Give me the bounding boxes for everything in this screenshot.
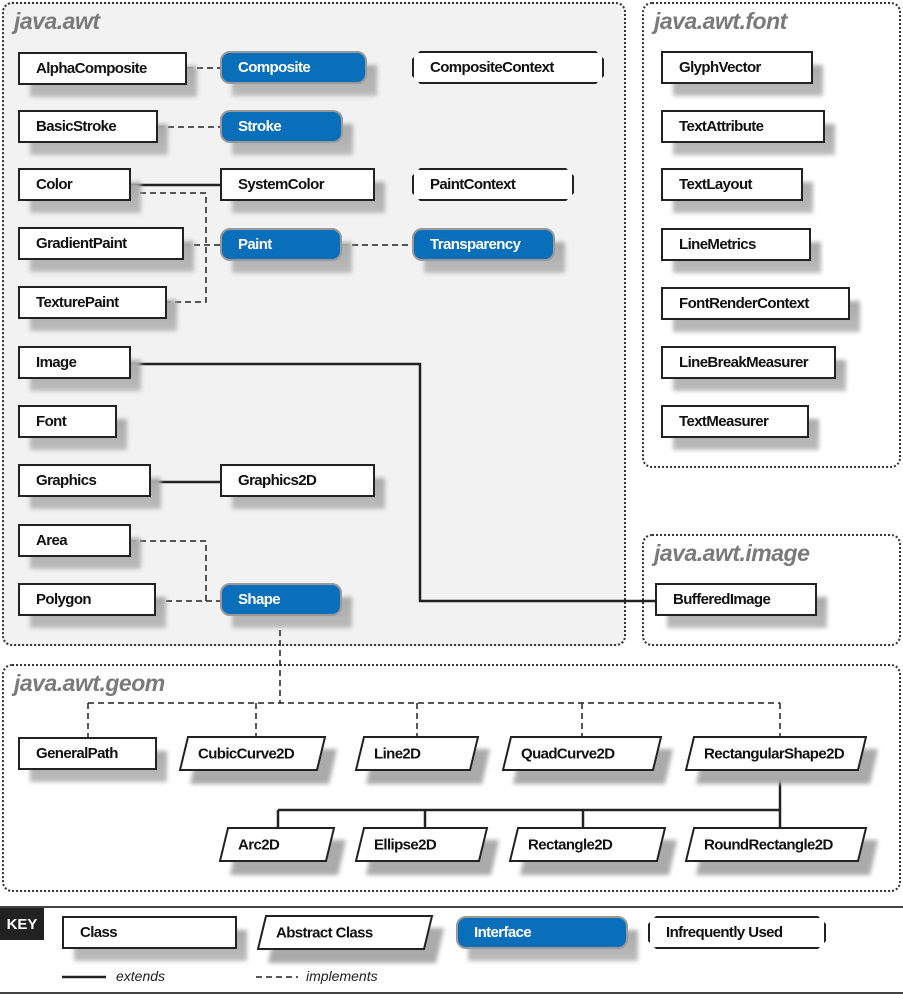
class-linebreakmeasurer[interactable]: LineBreakMeasurer (661, 346, 846, 391)
interface-composite[interactable]: Composite (220, 51, 377, 96)
class-textattribute[interactable]: TextAttribute (661, 110, 835, 155)
class-alphacomposite[interactable]: AlphaComposite (18, 52, 197, 97)
infrequent-paintcontext[interactable]: PaintContext (412, 168, 574, 201)
class-polygon[interactable]: Polygon (18, 583, 166, 628)
class-image[interactable]: Image (18, 346, 141, 391)
interface-stroke[interactable]: Stroke (220, 110, 353, 155)
class-color[interactable]: Color (18, 168, 141, 213)
extends-label: extends (116, 968, 166, 984)
package-title: java.awt.image (654, 540, 810, 566)
implements-label: implements (306, 968, 378, 984)
class-graphics2d[interactable]: Graphics2D (220, 464, 385, 509)
class-glyphvector[interactable]: GlyphVector (661, 51, 823, 96)
class-texturepaint[interactable]: TexturePaint (18, 286, 177, 331)
class-textlayout[interactable]: TextLayout (661, 168, 813, 213)
class-fontrendercontext[interactable]: FontRenderContext (661, 287, 860, 332)
legend: KEY Class Interface Infrequently Used Ab… (0, 906, 903, 994)
class-bufferedimage[interactable]: BufferedImage (655, 583, 827, 628)
class-area[interactable]: Area (18, 524, 141, 569)
package-title: java.awt.font (654, 8, 787, 34)
interface-transparency[interactable]: Transparency (412, 228, 565, 273)
package-title: java.awt.geom (14, 670, 165, 696)
legend-abstract-class[interactable]: Abstract Class (256, 915, 444, 963)
infrequent-compositecontext[interactable]: CompositeContext (412, 51, 604, 84)
interface-shape[interactable]: Shape (220, 583, 352, 628)
class-font[interactable]: Font (18, 405, 127, 450)
class-graphics[interactable]: Graphics (18, 464, 161, 509)
class-basicstroke[interactable]: BasicStroke (18, 110, 168, 155)
node-label: Abstract Class (276, 925, 373, 942)
class-systemcolor[interactable]: SystemColor (220, 168, 385, 213)
class-linemetrics[interactable]: LineMetrics (661, 228, 821, 273)
class-gradientpaint[interactable]: GradientPaint (18, 227, 194, 272)
interface-paint[interactable]: Paint (220, 228, 352, 273)
class-textmeasurer[interactable]: TextMeasurer (661, 405, 819, 450)
package-title: java.awt (14, 8, 100, 34)
class-generalpath[interactable]: GeneralPath (18, 737, 167, 782)
